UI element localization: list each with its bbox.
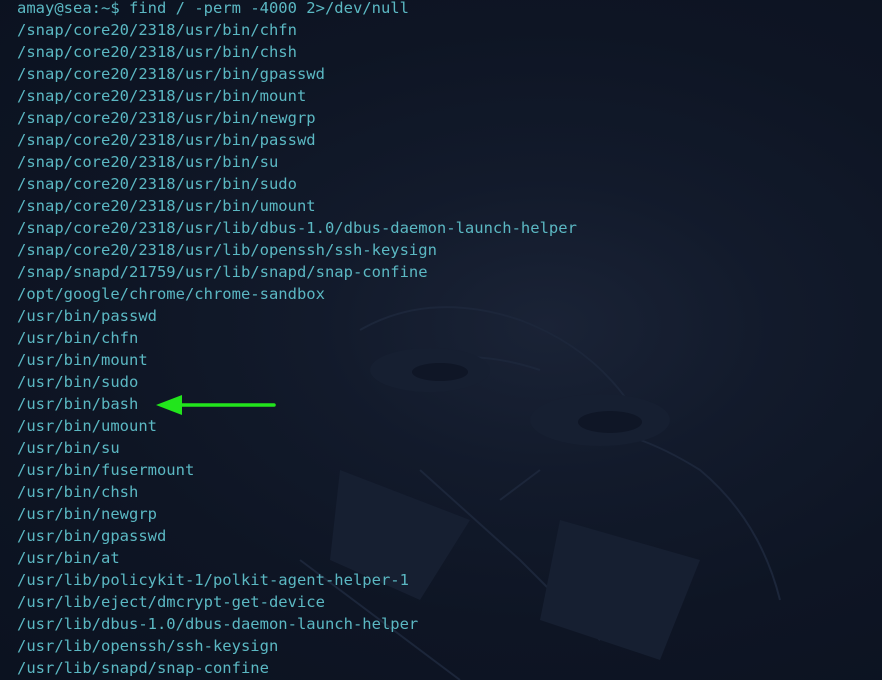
command-text: find / -perm -4000 2>/dev/null	[129, 0, 409, 17]
output-line: /snap/core20/2318/usr/bin/passwd	[17, 131, 316, 149]
terminal-output: amay@sea:~$ find / -perm -4000 2>/dev/nu…	[17, 0, 882, 679]
shell-prompt: amay@sea:~$	[17, 0, 120, 17]
command-line: amay@sea:~$ find / -perm -4000 2>/dev/nu…	[17, 0, 882, 19]
output-line: /usr/lib/eject/dmcrypt-get-device	[17, 593, 325, 611]
output-line: /usr/bin/sudo	[17, 373, 139, 391]
output-line: /snap/snapd/21759/usr/lib/snapd/snap-con…	[17, 263, 428, 281]
output-line: /usr/bin/umount	[17, 417, 157, 435]
output-line: /usr/bin/su	[17, 439, 120, 457]
output-line: /snap/core20/2318/usr/lib/openssh/ssh-ke…	[17, 241, 437, 259]
output-line-highlighted: /usr/bin/bash	[17, 395, 139, 413]
output-line: /snap/core20/2318/usr/bin/umount	[17, 197, 316, 215]
output-line: /usr/lib/policykit-1/polkit-agent-helper…	[17, 571, 409, 589]
output-line: /usr/bin/newgrp	[17, 505, 157, 523]
output-line: /snap/core20/2318/usr/bin/newgrp	[17, 109, 316, 127]
output-line: /usr/bin/passwd	[17, 307, 157, 325]
output-line: /usr/bin/chfn	[17, 329, 139, 347]
terminal-window[interactable]: amay@sea:~$ find / -perm -4000 2>/dev/nu…	[0, 0, 882, 680]
output-line: /usr/lib/snapd/snap-confine	[17, 659, 269, 677]
output-line: /snap/core20/2318/usr/bin/chsh	[17, 43, 297, 61]
output-line: /usr/bin/at	[17, 549, 120, 567]
output-line: /snap/core20/2318/usr/bin/gpasswd	[17, 65, 325, 83]
arrow-left-icon	[156, 395, 276, 415]
output-line: /usr/bin/gpasswd	[17, 527, 167, 545]
output-line: /snap/core20/2318/usr/bin/mount	[17, 87, 307, 105]
output-line: /snap/core20/2318/usr/bin/chfn	[17, 21, 297, 39]
output-line: /usr/lib/dbus-1.0/dbus-daemon-launch-hel…	[17, 615, 419, 633]
output-line: /opt/google/chrome/chrome-sandbox	[17, 285, 325, 303]
output-line: /usr/lib/openssh/ssh-keysign	[17, 637, 279, 655]
output-line: /snap/core20/2318/usr/bin/su	[17, 153, 279, 171]
output-line: /snap/core20/2318/usr/lib/dbus-1.0/dbus-…	[17, 219, 577, 237]
output-line: /usr/bin/mount	[17, 351, 148, 369]
output-line: /snap/core20/2318/usr/bin/sudo	[17, 175, 297, 193]
output-line: /usr/bin/fusermount	[17, 461, 195, 479]
output-line: /usr/bin/chsh	[17, 483, 139, 501]
